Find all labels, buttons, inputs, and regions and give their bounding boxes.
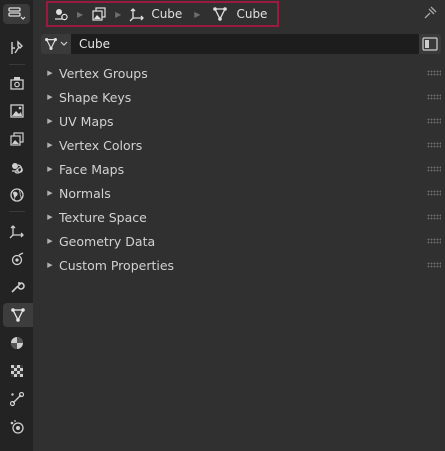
breadcrumb-object[interactable]: Cube bbox=[129, 6, 182, 22]
panel-label: Custom Properties bbox=[59, 257, 175, 273]
panel-normals[interactable]: ▶ Normals bbox=[41, 181, 441, 205]
panel-label: Normals bbox=[59, 185, 111, 201]
tab-tool[interactable] bbox=[4, 36, 30, 60]
fake-user-icon bbox=[422, 37, 438, 51]
drag-grip-icon[interactable] bbox=[427, 118, 441, 124]
properties-tab-column bbox=[0, 0, 33, 451]
tab-view-layer[interactable] bbox=[4, 127, 30, 151]
tab-material[interactable] bbox=[4, 331, 30, 355]
panel-texture-space[interactable]: ▶ Texture Space bbox=[41, 205, 441, 229]
panel-label: Geometry Data bbox=[59, 233, 156, 249]
texture-icon bbox=[11, 365, 23, 377]
drag-grip-icon[interactable] bbox=[427, 166, 441, 172]
tab-mesh-data[interactable] bbox=[3, 303, 33, 327]
panel-label: Texture Space bbox=[59, 209, 147, 225]
tab-world[interactable] bbox=[4, 183, 30, 207]
panel-list: ▶ Vertex Groups ▶ Shape Keys ▶ UV Maps ▶… bbox=[41, 61, 441, 277]
scene-icon bbox=[55, 9, 68, 21]
breadcrumb-object-label: Cube bbox=[151, 7, 183, 21]
drag-grip-icon[interactable] bbox=[427, 70, 441, 76]
collapsed-triangle-icon: ▶ bbox=[47, 165, 53, 173]
panel-shape-keys[interactable]: ▶ Shape Keys bbox=[41, 85, 441, 109]
breadcrumb: ▶ ▶ Cube ▶ Cube bbox=[53, 4, 267, 24]
tab-output[interactable] bbox=[4, 99, 30, 123]
drag-grip-icon[interactable] bbox=[427, 214, 441, 220]
tab-modifiers[interactable] bbox=[4, 275, 30, 299]
breadcrumb-view-layer[interactable] bbox=[91, 6, 107, 22]
breadcrumb-separator-icon: ▶ bbox=[77, 9, 84, 19]
particles-icon bbox=[10, 420, 24, 434]
breadcrumb-mesh-label: Cube bbox=[236, 7, 268, 21]
properties-editor-icon bbox=[7, 7, 25, 20]
collapsed-triangle-icon: ▶ bbox=[47, 237, 53, 245]
tab-texture[interactable] bbox=[4, 359, 30, 383]
mesh-data-icon bbox=[11, 308, 25, 322]
panel-label: UV Maps bbox=[59, 113, 114, 129]
tab-scene[interactable] bbox=[4, 155, 30, 179]
collapsed-triangle-icon: ▶ bbox=[47, 117, 53, 125]
output-icon bbox=[10, 104, 24, 118]
view-layer-icon bbox=[10, 132, 24, 146]
tab-physics[interactable] bbox=[4, 247, 30, 271]
drag-grip-icon[interactable] bbox=[427, 238, 441, 244]
datablock-browse-button[interactable] bbox=[41, 34, 71, 54]
mesh-data-icon bbox=[45, 38, 57, 50]
object-icon bbox=[129, 8, 145, 22]
collapsed-triangle-icon: ▶ bbox=[47, 69, 53, 77]
panel-label: Vertex Groups bbox=[59, 65, 148, 81]
datablock-name-field[interactable]: Cube bbox=[71, 34, 419, 54]
material-icon bbox=[11, 337, 23, 349]
tab-render[interactable] bbox=[4, 71, 30, 95]
panel-geometry-data[interactable]: ▶ Geometry Data bbox=[41, 229, 441, 253]
tool-icon bbox=[11, 40, 23, 54]
breadcrumb-separator-icon: ▶ bbox=[115, 9, 122, 19]
constraints-icon bbox=[9, 391, 25, 407]
pin-icon[interactable] bbox=[423, 6, 437, 20]
collapsed-triangle-icon: ▶ bbox=[47, 93, 53, 101]
view-layer-icon bbox=[92, 7, 106, 21]
drag-grip-icon[interactable] bbox=[427, 262, 441, 268]
render-icon bbox=[10, 77, 24, 90]
properties-header: ▶ ▶ Cube ▶ Cube bbox=[33, 0, 445, 28]
properties-editor: ▶ ▶ Cube ▶ Cube Cube ▶ Vertex Groups ▶ S… bbox=[33, 0, 445, 451]
panel-face-maps[interactable]: ▶ Face Maps bbox=[41, 157, 441, 181]
mesh-datablock-selector: Cube bbox=[41, 34, 441, 54]
panel-vertex-colors[interactable]: ▶ Vertex Colors bbox=[41, 133, 441, 157]
panel-label: Vertex Colors bbox=[59, 137, 143, 153]
drag-grip-icon[interactable] bbox=[427, 142, 441, 148]
world-icon bbox=[10, 188, 24, 202]
drag-grip-icon[interactable] bbox=[427, 94, 441, 100]
panel-label: Shape Keys bbox=[59, 89, 132, 105]
physics-icon bbox=[11, 252, 24, 266]
panel-label: Face Maps bbox=[59, 161, 125, 177]
editor-type-button[interactable] bbox=[3, 4, 30, 24]
breadcrumb-separator-icon: ▶ bbox=[194, 9, 201, 19]
collapsed-triangle-icon: ▶ bbox=[47, 141, 53, 149]
breadcrumb-mesh[interactable]: Cube bbox=[212, 6, 267, 22]
chevron-down-icon bbox=[60, 41, 68, 46]
breadcrumb-scene[interactable] bbox=[53, 6, 69, 22]
panel-vertex-groups[interactable]: ▶ Vertex Groups bbox=[41, 61, 441, 85]
tab-constraints[interactable] bbox=[4, 387, 30, 411]
tab-object[interactable] bbox=[4, 219, 30, 243]
drag-grip-icon[interactable] bbox=[427, 190, 441, 196]
fake-user-button[interactable] bbox=[419, 34, 441, 54]
panel-uv-maps[interactable]: ▶ UV Maps bbox=[41, 109, 441, 133]
object-icon bbox=[9, 225, 24, 239]
mesh-data-icon bbox=[213, 7, 228, 21]
collapsed-triangle-icon: ▶ bbox=[47, 213, 53, 221]
collapsed-triangle-icon: ▶ bbox=[47, 189, 53, 197]
scene-icon bbox=[12, 163, 23, 174]
tab-particles[interactable] bbox=[4, 415, 30, 439]
panel-custom-properties[interactable]: ▶ Custom Properties bbox=[41, 253, 441, 277]
modifier-icon bbox=[11, 282, 25, 293]
collapsed-triangle-icon: ▶ bbox=[47, 261, 53, 269]
